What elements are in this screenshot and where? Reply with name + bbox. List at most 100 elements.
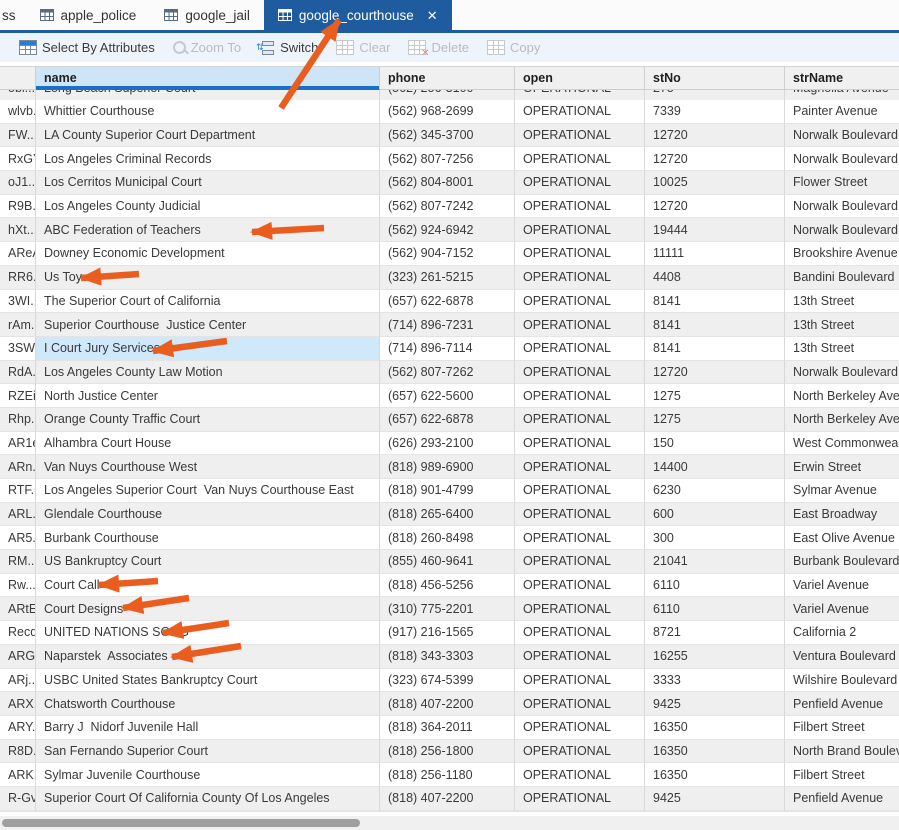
- table-row[interactable]: hXt... ABC Federation of Teachers (562) …: [0, 218, 899, 243]
- cell-phone[interactable]: (818) 256-1180: [380, 763, 515, 787]
- cell-id[interactable]: RxGY...: [0, 147, 36, 172]
- cell-open[interactable]: OPERATIONAL: [515, 621, 645, 645]
- cell-name[interactable]: The Superior Court of California: [36, 289, 380, 314]
- cell-open[interactable]: OPERATIONAL: [515, 692, 645, 716]
- table-row[interactable]: oJ1... Los Cerritos Municipal Court (562…: [0, 171, 899, 195]
- table-row[interactable]: rAm... Superior Courthouse Justice Cente…: [0, 313, 899, 337]
- table-row[interactable]: AR5... Burbank Courthouse (818) 260-8498…: [0, 526, 899, 551]
- cell-name[interactable]: Us Toy: [36, 265, 380, 290]
- cell-stNo[interactable]: 7339: [645, 100, 785, 124]
- cell-open[interactable]: OPERATIONAL: [515, 123, 645, 148]
- cell-stNo[interactable]: 150: [645, 431, 785, 456]
- cell-open[interactable]: OPERATIONAL: [515, 573, 645, 598]
- cell-phone[interactable]: (818) 407-2200: [380, 692, 515, 716]
- cell-strName[interactable]: Norwalk Boulevard: [785, 123, 899, 148]
- table-row[interactable]: RTF... Los Angeles Superior Court Van Nu…: [0, 479, 899, 503]
- cell-strName[interactable]: 13th Street: [785, 289, 899, 314]
- cell-name[interactable]: US Bankruptcy Court: [36, 550, 380, 574]
- cell-strName[interactable]: Filbert Street: [785, 715, 899, 740]
- cell-id[interactable]: ARn...: [0, 455, 36, 479]
- cell-stNo[interactable]: 275: [645, 90, 785, 100]
- cell-name[interactable]: Los Angeles County Law Motion: [36, 360, 380, 385]
- cell-open[interactable]: OPERATIONAL: [515, 384, 645, 408]
- cell-phone[interactable]: (657) 622-5600: [380, 384, 515, 408]
- cell-name[interactable]: Los Cerritos Municipal Court: [36, 171, 380, 195]
- cell-id[interactable]: oJ1...: [0, 171, 36, 195]
- cell-stNo[interactable]: 14400: [645, 455, 785, 479]
- horizontal-scrollbar-thumb[interactable]: [2, 818, 360, 827]
- clear-selection-button[interactable]: Clear: [336, 40, 390, 55]
- cell-phone[interactable]: (562) 804-8001: [380, 171, 515, 195]
- cell-strName[interactable]: Norwalk Boulevard: [785, 194, 899, 219]
- table-row[interactable]: R-Gv... Superior Court Of California Cou…: [0, 786, 899, 811]
- cell-phone[interactable]: (818) 989-6900: [380, 455, 515, 479]
- cell-name[interactable]: Glendale Courthouse: [36, 502, 380, 527]
- cell-stNo[interactable]: 8721: [645, 621, 785, 645]
- cell-open[interactable]: OPERATIONAL: [515, 479, 645, 503]
- cell-open[interactable]: OPERATIONAL: [515, 100, 645, 124]
- table-row[interactable]: Rhp... Orange County Traffic Court (657)…: [0, 407, 899, 432]
- column-header-id[interactable]: [0, 67, 36, 90]
- cell-name[interactable]: Downey Economic Development: [36, 242, 380, 266]
- horizontal-scrollbar[interactable]: [0, 815, 899, 830]
- cell-phone[interactable]: (818) 407-2200: [380, 786, 515, 811]
- cell-name[interactable]: ABC Federation of Teachers: [36, 218, 380, 243]
- cell-stNo[interactable]: 16255: [645, 644, 785, 669]
- cell-strName[interactable]: 13th Street: [785, 313, 899, 337]
- zoom-to-button[interactable]: Zoom To: [172, 40, 241, 55]
- close-icon[interactable]: ✕: [427, 9, 438, 22]
- cell-strName[interactable]: Painter Avenue: [785, 100, 899, 124]
- cell-id[interactable]: R-Gv...: [0, 786, 36, 811]
- cell-id[interactable]: RZEi...: [0, 384, 36, 408]
- cell-phone[interactable]: (657) 622-6878: [380, 289, 515, 314]
- cell-open[interactable]: OPERATIONAL: [515, 242, 645, 266]
- cell-stNo[interactable]: 19444: [645, 218, 785, 243]
- cell-id[interactable]: RTF...: [0, 479, 36, 503]
- cell-name[interactable]: LA County Superior Court Department: [36, 123, 380, 148]
- cell-name[interactable]: Barry J Nidorf Juvenile Hall: [36, 715, 380, 740]
- cell-name[interactable]: Los Angeles Criminal Records: [36, 147, 380, 172]
- cell-open[interactable]: OPERATIONAL: [515, 313, 645, 337]
- cell-name[interactable]: North Justice Center: [36, 384, 380, 408]
- cell-phone[interactable]: (562) 807-7262: [380, 360, 515, 385]
- cell-strName[interactable]: Norwalk Boulevard: [785, 147, 899, 172]
- table-row[interactable]: ARY... Barry J Nidorf Juvenile Hall (818…: [0, 715, 899, 740]
- table-row[interactable]: AR1e... Alhambra Court House (626) 293-2…: [0, 431, 899, 456]
- cell-stNo[interactable]: 12720: [645, 360, 785, 385]
- table-row[interactable]: ARj... USBC United States Bankruptcy Cou…: [0, 668, 899, 693]
- cell-id[interactable]: RdA...: [0, 360, 36, 385]
- cell-strName[interactable]: East Broadway: [785, 502, 899, 527]
- cell-id[interactable]: FW...: [0, 123, 36, 148]
- cell-strName[interactable]: Ventura Boulevard: [785, 644, 899, 669]
- table-row[interactable]: ARG... Naparstek Associates (818) 343-33…: [0, 644, 899, 669]
- cell-id[interactable]: 3WI...: [0, 289, 36, 314]
- cell-name[interactable]: Sylmar Juvenile Courthouse: [36, 763, 380, 787]
- cell-stNo[interactable]: 12720: [645, 123, 785, 148]
- cell-phone[interactable]: (818) 265-6400: [380, 502, 515, 527]
- cell-name[interactable]: Superior Courthouse Justice Center: [36, 313, 380, 337]
- cell-open[interactable]: OPERATIONAL: [515, 336, 645, 361]
- cell-stNo[interactable]: 4408: [645, 265, 785, 290]
- column-header-strName[interactable]: strName: [785, 67, 899, 90]
- column-header-name[interactable]: name: [36, 67, 380, 90]
- cell-name[interactable]: UNITED NATIONS SONG: [36, 621, 380, 645]
- cell-phone[interactable]: (714) 896-7231: [380, 313, 515, 337]
- cell-stNo[interactable]: 9425: [645, 692, 785, 716]
- cell-id[interactable]: AR1e...: [0, 431, 36, 456]
- table-row[interactable]: FW... LA County Superior Court Departmen…: [0, 123, 899, 148]
- cell-open[interactable]: OPERATIONAL: [515, 90, 645, 100]
- cell-stNo[interactable]: 16350: [645, 739, 785, 764]
- cell-stNo[interactable]: 8141: [645, 313, 785, 337]
- cell-open[interactable]: OPERATIONAL: [515, 455, 645, 479]
- cell-open[interactable]: OPERATIONAL: [515, 739, 645, 764]
- table-row[interactable]: RxGY... Los Angeles Criminal Records (56…: [0, 147, 899, 172]
- cell-id[interactable]: obl...: [0, 90, 36, 100]
- cell-name[interactable]: USBC United States Bankruptcy Court: [36, 668, 380, 693]
- cell-name[interactable]: San Fernando Superior Court: [36, 739, 380, 764]
- cell-stNo[interactable]: 16350: [645, 715, 785, 740]
- cell-id[interactable]: hXt...: [0, 218, 36, 243]
- cell-open[interactable]: OPERATIONAL: [515, 550, 645, 574]
- table-row[interactable]: R9B... Los Angeles County Judicial (562)…: [0, 194, 899, 219]
- cell-open[interactable]: OPERATIONAL: [515, 644, 645, 669]
- cell-id[interactable]: AR5...: [0, 526, 36, 551]
